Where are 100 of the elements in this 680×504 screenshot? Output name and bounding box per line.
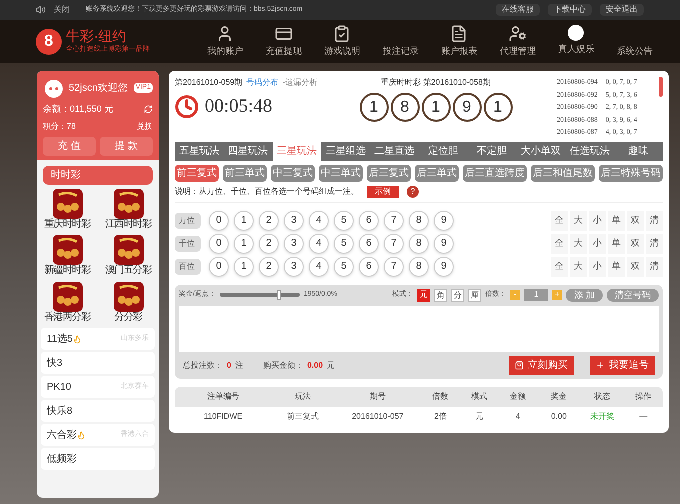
game-logo-icon — [52, 282, 82, 312]
column-header: 模式 — [470, 391, 488, 403]
mode-button[interactable]: 元 — [417, 288, 430, 302]
top-button[interactable]: 安全退出 — [600, 4, 644, 16]
game-name[interactable]: 澳门五分彩 — [105, 265, 152, 278]
play-tab[interactable]: 三星玩法 — [272, 142, 322, 160]
column-header: 金额 — [509, 391, 528, 403]
column-header: 期号 — [368, 391, 387, 403]
nav-item[interactable]: 真人娱乐 — [547, 24, 606, 58]
quick-select-button[interactable]: 小 — [589, 256, 606, 276]
game-logo-icon — [114, 282, 144, 312]
quick-select-button[interactable]: 大 — [570, 210, 587, 230]
amount-value: 0.00 — [307, 360, 324, 372]
quick-select-button[interactable]: 小 — [589, 210, 606, 230]
rebate-slider[interactable] — [220, 293, 300, 298]
column-header: 奖金 — [550, 391, 568, 403]
category-label: 11选5 — [47, 332, 73, 346]
clock-icon — [175, 95, 199, 120]
quick-select-button[interactable]: 大 — [570, 234, 587, 254]
category-header[interactable]: 时时彩 — [43, 166, 153, 184]
plus-icon — [596, 361, 605, 370]
position-label: 千位 — [175, 236, 201, 252]
game-name[interactable]: 香港两分彩 — [44, 312, 90, 324]
table-cell-text: — — [638, 411, 649, 423]
total-label: 总投注数： — [183, 360, 223, 372]
slider-thumb[interactable] — [276, 290, 281, 300]
sound-toggle[interactable]: 关闭 — [54, 4, 70, 16]
lottery-category-item[interactable]: 快乐8 — [41, 400, 155, 422]
flame-icon — [77, 430, 86, 440]
quick-select-button[interactable]: 双 — [627, 256, 644, 276]
quick-select-button[interactable]: 清 — [646, 234, 663, 254]
quick-select-button[interactable]: 清 — [646, 256, 663, 276]
nav-item[interactable]: 我的账户 — [196, 24, 254, 58]
top-button[interactable]: 在线客服 — [496, 4, 540, 16]
chase-button[interactable]: 我要追号 — [590, 356, 655, 375]
play-tab[interactable]: 三星组选 — [321, 142, 370, 160]
quick-select-button[interactable]: 全 — [551, 256, 568, 276]
balance-text: 余额：011,550 元 — [43, 103, 114, 116]
example-button[interactable]: 示例 — [367, 186, 399, 198]
quick-select-button[interactable]: 单 — [608, 256, 625, 276]
mode-button[interactable]: 分 — [451, 288, 464, 302]
quick-select-button[interactable]: 双 — [627, 210, 644, 230]
analysis-link[interactable]: -遗漏分析 — [282, 77, 318, 89]
total-value: 0 — [227, 360, 232, 372]
game-name[interactable]: 分分彩 — [114, 312, 142, 324]
exchange-link[interactable]: 兑换 — [137, 120, 153, 132]
game-name[interactable]: 新疆时时彩 — [44, 265, 90, 278]
category-label: 快乐8 — [47, 404, 73, 418]
quick-select-button[interactable]: 大 — [570, 256, 587, 276]
play-tab[interactable]: 五星玩法 — [175, 142, 224, 160]
table-cell-text: 未开奖 — [590, 411, 616, 423]
quick-select-button[interactable]: 单 — [608, 210, 625, 230]
description-text: 说明：从万位、千位、百位各选一个号码组成一注。 — [175, 186, 359, 198]
amount-unit: 元 — [327, 360, 336, 372]
category-label: 低频彩 — [47, 452, 77, 466]
nav-item[interactable]: 代理管理 — [488, 24, 547, 58]
quick-select-button[interactable]: 双 — [627, 234, 644, 254]
quick-select-button[interactable]: 小 — [589, 234, 606, 254]
game-name[interactable]: 重庆时时彩 — [44, 218, 90, 231]
flame-icon — [72, 334, 82, 344]
speaker-icon[interactable] — [36, 5, 46, 15]
play-tab[interactable]: 趣味 — [614, 142, 663, 160]
table-cell-text: 2倍 — [434, 411, 448, 423]
total-unit: 注 — [235, 360, 244, 372]
lottery-category-item[interactable]: 快3 — [41, 352, 155, 374]
top-button[interactable]: 下载中心 — [548, 4, 592, 16]
play-tab[interactable]: 二星直选 — [370, 142, 419, 160]
points-text: 积分：78 — [43, 120, 77, 132]
game-logo-icon — [114, 235, 144, 265]
help-icon[interactable]: ? — [407, 186, 419, 198]
lottery-category-item[interactable]: 低频彩 — [41, 448, 155, 470]
refresh-icon[interactable] — [144, 105, 153, 114]
subplay-tab[interactable]: 前三复式 — [175, 164, 219, 182]
quick-select-button[interactable]: 单 — [608, 234, 625, 254]
play-tab[interactable]: 定位胆 — [418, 142, 468, 160]
avatar-icon — [43, 77, 65, 99]
buy-now-button[interactable]: 立刻购买 — [509, 356, 574, 375]
category-label: 快3 — [47, 356, 63, 370]
game-name[interactable]: 江西时时彩 — [105, 218, 152, 231]
mode-button[interactable]: 厘 — [468, 288, 482, 302]
quick-select-button[interactable]: 清 — [646, 210, 663, 230]
play-tab[interactable]: 任选玩法 — [565, 142, 614, 160]
table-cell-text: 110FIDWE — [203, 411, 244, 423]
quick-select-button[interactable]: 全 — [551, 234, 568, 254]
game-logo-icon — [114, 188, 144, 218]
quick-select-button[interactable]: 全 — [551, 210, 568, 230]
distribution-link[interactable]: 号码分布 — [246, 77, 279, 89]
play-tab[interactable]: 不定胆 — [468, 142, 517, 160]
game-logo-icon — [52, 188, 82, 218]
nav-item[interactable]: 系统公告 — [606, 24, 664, 58]
play-tab[interactable]: 大小单双 — [516, 142, 566, 160]
mode-button[interactable]: 角 — [434, 288, 448, 302]
nav-item[interactable]: 游戏说明 — [313, 24, 372, 58]
nav-item[interactable]: 账户报表 — [430, 24, 488, 58]
last-draw-text: 重庆时时彩 第20161010-058期 — [381, 77, 491, 89]
play-tab[interactable]: 四星玩法 — [224, 142, 273, 160]
nav-item[interactable]: 投注记录 — [372, 24, 430, 58]
username-text: 52jscn欢迎您 — [69, 82, 129, 96]
category-label: 六合彩 — [47, 428, 77, 442]
nav-item[interactable]: 充值提现 — [254, 24, 313, 58]
